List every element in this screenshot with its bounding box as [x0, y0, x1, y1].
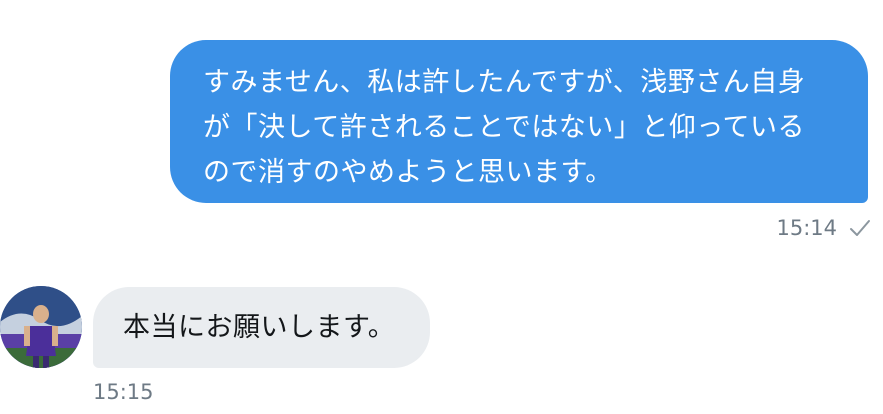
message-text-line: すみません、私は許したんですが、浅野さん自身	[203, 67, 806, 98]
avatar[interactable]	[0, 286, 82, 368]
message-text-line: が「決して許されることではない」と仰っている	[203, 112, 806, 143]
outgoing-message-bubble[interactable]: すみません、私は許したんですが、浅野さん自身 が「決して許されることではない」と…	[170, 40, 868, 203]
incoming-message-bubble[interactable]: 本当にお願いします。	[93, 287, 430, 368]
message-timestamp: 15:14	[776, 216, 837, 240]
message-timestamp: 15:15	[93, 380, 154, 404]
outgoing-message-meta: 15:14	[776, 208, 871, 248]
checkmark-icon	[849, 217, 871, 239]
message-text-line: ので消すのやめようと思います。	[203, 157, 613, 188]
